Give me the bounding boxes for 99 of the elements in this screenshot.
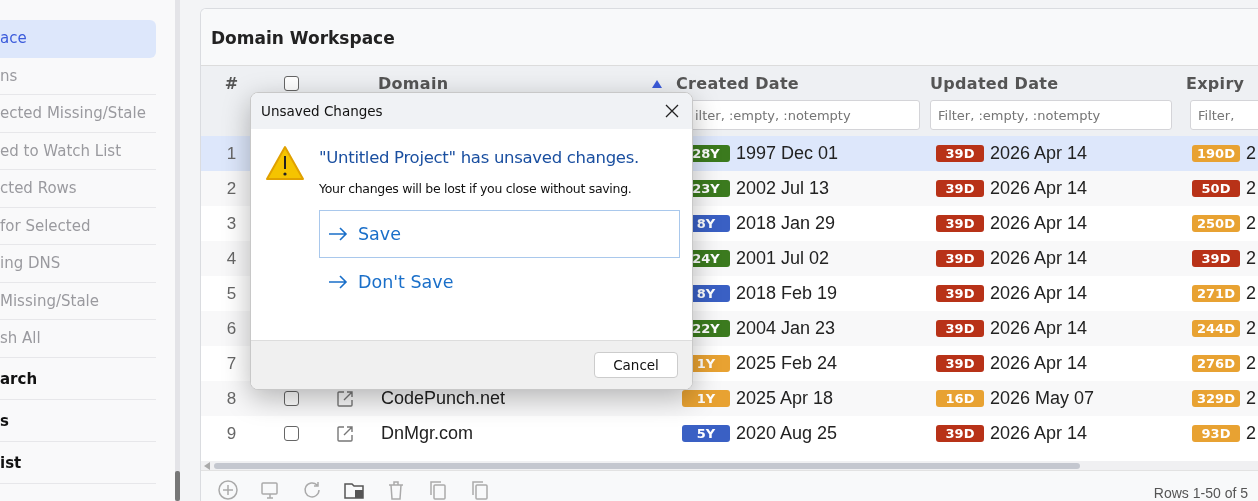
age-badge: 50D [1192, 180, 1240, 197]
date-cell: 2 [1246, 423, 1256, 444]
dialog-title: Unsaved Changes [261, 103, 383, 119]
age-badge: 1Y [682, 390, 730, 407]
age-badge: 271D [1192, 285, 1240, 302]
age-badge: 329D [1192, 390, 1240, 407]
date-cell: 2025 Apr 18 [736, 388, 834, 409]
date-cell: 2020 Aug 25 [736, 423, 838, 444]
sidebar-item[interactable]: ace [0, 20, 156, 58]
date-cell: 2 [1246, 283, 1256, 304]
arrow-icon [328, 275, 348, 289]
sidebar-item[interactable]: ed to Watch List [0, 132, 156, 170]
command-link[interactable]: Save [319, 210, 680, 258]
age-badge: 39D [1192, 250, 1240, 267]
column-header[interactable]: Expiry [1186, 73, 1245, 93]
external-link-icon[interactable] [336, 389, 354, 408]
date-cell: 2026 Apr 14 [990, 178, 1088, 199]
date-cell: 2026 Apr 14 [990, 143, 1088, 164]
scrollbar[interactable] [175, 0, 180, 501]
sidebar-item[interactable]: for Selected [0, 207, 156, 245]
sidebar-item[interactable]: ing DNS [0, 245, 156, 283]
date-cell: 2026 Apr 14 [990, 283, 1088, 304]
age-badge: 39D [936, 215, 984, 232]
date-cell: 1997 Dec 01 [736, 143, 839, 164]
row-number: 9 [226, 423, 237, 444]
age-badge: 276D [1192, 355, 1240, 372]
date-cell: 2004 Jan 23 [736, 318, 836, 339]
sidebar-item[interactable]: ected Missing/Stale [0, 95, 156, 133]
column-header[interactable]: Domain [378, 73, 449, 93]
scroll-left-icon[interactable] [204, 461, 210, 470]
date-cell: 2026 Apr 14 [990, 248, 1088, 269]
date-cell: 2025 Feb 24 [736, 353, 838, 374]
date-cell: 2026 Apr 14 [990, 423, 1088, 444]
date-cell: 2 [1246, 388, 1256, 409]
age-badge: 39D [936, 145, 984, 162]
domain-cell: CodePunch.net [381, 388, 506, 409]
arrow-icon [328, 227, 348, 241]
domain-cell: DnMgr.com [381, 423, 474, 444]
row-number: 1 [226, 143, 237, 164]
date-cell: 2 [1246, 318, 1256, 339]
refresh-icon[interactable] [301, 479, 323, 501]
cancel-button[interactable]: Cancel [594, 352, 678, 378]
close-icon[interactable] [665, 104, 679, 118]
row-checkbox[interactable] [283, 391, 299, 406]
sidebar-item[interactable]: ist [0, 441, 156, 484]
age-badge: 39D [936, 285, 984, 302]
age-badge: 16D [936, 390, 984, 407]
external-link-icon[interactable] [336, 424, 354, 443]
row-number: 5 [226, 283, 237, 304]
column-header[interactable]: Created Date [676, 73, 799, 93]
sort-up-icon[interactable] [652, 80, 662, 88]
filter-field[interactable]: Filter, :empty, :notempty [930, 100, 1172, 130]
card-title: Domain Workspace [201, 9, 1258, 65]
date-cell: 2 [1246, 353, 1256, 374]
row-number: 6 [226, 318, 237, 339]
horizontal-scrollbar[interactable] [201, 461, 1258, 470]
date-cell: 2018 Feb 19 [736, 283, 838, 304]
select-all-checkbox[interactable] [283, 75, 299, 91]
date-cell: 2 [1246, 143, 1256, 164]
column-header[interactable]: # [224, 73, 239, 93]
warning-icon [266, 145, 304, 181]
date-cell: 2002 Jul 13 [736, 178, 830, 199]
age-badge: 190D [1192, 145, 1240, 162]
row-number: 8 [226, 388, 237, 409]
date-cell: 2018 Jan 29 [736, 213, 836, 234]
age-badge: 244D [1192, 320, 1240, 337]
column-header[interactable]: Updated Date [930, 73, 1059, 93]
date-cell: 2026 Apr 14 [990, 318, 1088, 339]
age-badge: 250D [1192, 215, 1240, 232]
sidebar-item[interactable]: s [0, 399, 156, 442]
date-cell: 2026 May 07 [990, 388, 1095, 409]
date-cell: 2 [1246, 213, 1256, 234]
row-number: 7 [226, 353, 237, 374]
row-checkbox[interactable] [283, 426, 299, 441]
date-cell: 2026 Apr 14 [990, 213, 1088, 234]
date-cell: 2026 Apr 14 [990, 353, 1088, 374]
age-badge: 39D [936, 180, 984, 197]
age-badge: 93D [1192, 425, 1240, 442]
age-badge: 39D [936, 425, 984, 442]
age-badge: 39D [936, 320, 984, 337]
filter-field[interactable]: Filter, [1190, 100, 1258, 130]
date-cell: 2 [1246, 248, 1256, 269]
date-cell: 2 [1246, 178, 1256, 199]
sidebar-item[interactable]: ns [0, 57, 156, 95]
row-number: 3 [226, 213, 237, 234]
sidebar-item[interactable]: sh All [0, 320, 156, 358]
sidebar-item[interactable]: arch [0, 357, 156, 400]
date-cell: 2001 Jul 02 [736, 248, 830, 269]
row-number: 2 [226, 178, 237, 199]
dialog-message: Your changes will be lost if you close without saving. [319, 181, 633, 196]
age-badge: 39D [936, 355, 984, 372]
age-badge: 39D [936, 250, 984, 267]
age-badge: 5Y [682, 425, 730, 442]
sidebar-item[interactable]: Missing/Stale [0, 282, 156, 320]
row-count: Rows 1-50 of 5 [1153, 484, 1248, 501]
dialog-heading: "Untitled Project" has unsaved changes. [319, 148, 640, 167]
row-number: 4 [226, 248, 237, 269]
sidebar-item[interactable]: cted Rows [0, 170, 156, 208]
add-icon[interactable] [217, 479, 239, 501]
